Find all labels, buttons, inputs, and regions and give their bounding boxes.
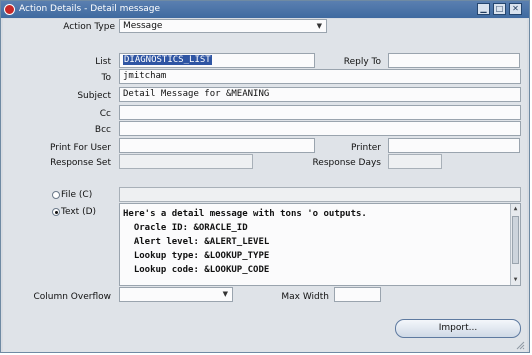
column-overflow-select[interactable]: ▼	[119, 287, 233, 302]
message-line: Lookup code: &LOOKUP_CODE	[123, 265, 270, 275]
message-scrollbar[interactable]: ▲ ▼	[510, 204, 520, 285]
bcc-label: Bcc	[94, 125, 111, 135]
chevron-down-icon: ▼	[316, 22, 322, 30]
import-button[interactable]: Import...	[395, 319, 521, 338]
cc-label: Cc	[99, 109, 111, 119]
to-field[interactable]: jmitcham	[119, 69, 521, 84]
message-line: Lookup type: &LOOKUP_TYPE	[123, 251, 270, 261]
column-overflow-label: Column Overflow	[33, 292, 111, 302]
scroll-up-icon[interactable]: ▲	[511, 204, 520, 214]
file-radio[interactable]	[52, 191, 60, 199]
print-for-user-field[interactable]	[119, 138, 315, 153]
form-content: Action Type Message ▼ List DIAGNOSTICS_L…	[3, 19, 527, 352]
minimize-icon[interactable]: ▁	[477, 3, 490, 15]
file-field[interactable]	[119, 187, 521, 202]
scrollbar-thumb[interactable]	[512, 216, 519, 264]
list-field[interactable]: DIAGNOSTICS_LIST	[119, 53, 315, 68]
max-width-field[interactable]	[334, 287, 381, 302]
cc-field[interactable]	[119, 105, 521, 120]
message-line: Oracle ID: &ORACLE_ID	[123, 223, 248, 233]
list-value: DIAGNOSTICS_LIST	[123, 55, 212, 65]
reply-to-label: Reply To	[343, 57, 381, 67]
action-details-window: Action Details - Detail message ▁ □ ✕ Ac…	[0, 0, 530, 353]
max-width-label: Max Width	[281, 292, 329, 302]
maximize-icon[interactable]: □	[493, 3, 506, 15]
subject-label: Subject	[77, 91, 111, 101]
bcc-field[interactable]	[119, 121, 521, 136]
print-for-user-label: Print For User	[49, 143, 111, 153]
response-days-field[interactable]	[388, 154, 442, 169]
chevron-down-icon: ▼	[222, 290, 228, 298]
list-label: List	[95, 57, 111, 67]
resize-grip-icon[interactable]	[515, 340, 525, 350]
message-line: Here's a detail message with tons 'o out…	[123, 209, 367, 219]
message-text-area[interactable]: Here's a detail message with tons 'o out…	[119, 203, 521, 286]
message-line: Alert level: &ALERT_LEVEL	[123, 237, 270, 247]
title-bar[interactable]: Action Details - Detail message ▁ □ ✕	[1, 1, 529, 18]
printer-field[interactable]	[388, 138, 520, 153]
response-set-label: Response Set	[50, 158, 111, 168]
response-days-label: Response Days	[312, 158, 381, 168]
to-label: To	[101, 73, 111, 83]
action-type-select[interactable]: Message ▼	[119, 19, 327, 33]
close-icon[interactable]: ✕	[509, 3, 522, 15]
response-set-field[interactable]	[119, 154, 253, 169]
file-radio-label: File (C)	[61, 190, 93, 200]
reply-to-field[interactable]	[388, 53, 520, 68]
scroll-down-icon[interactable]: ▼	[511, 275, 520, 285]
action-type-label: Action Type	[63, 22, 115, 32]
text-radio[interactable]	[52, 208, 60, 216]
window-title: Action Details - Detail message	[19, 4, 161, 14]
printer-label: Printer	[351, 143, 381, 153]
oracle-app-icon	[4, 4, 15, 15]
action-type-value: Message	[123, 21, 163, 31]
subject-field[interactable]: Detail Message for &MEANING	[119, 87, 521, 102]
text-radio-label: Text (D)	[61, 207, 97, 217]
